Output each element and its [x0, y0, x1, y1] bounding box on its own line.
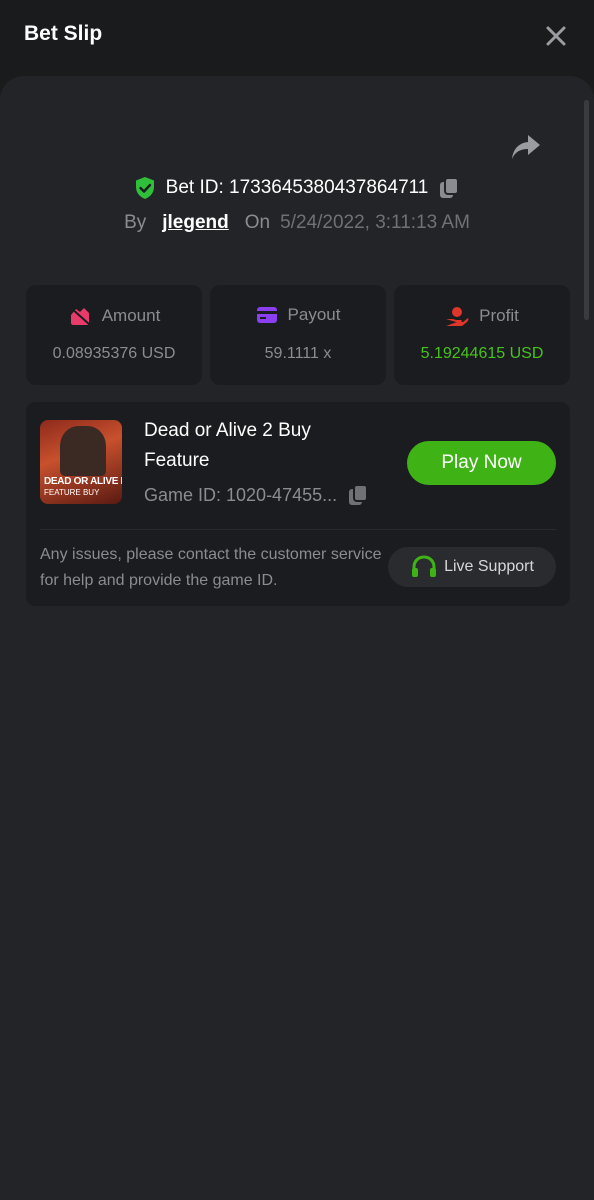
stat-profit: Profit 5.19244615 USD	[394, 285, 570, 385]
stat-payout-value: 59.1111 x	[264, 345, 332, 362]
bet-date: 5/24/2022, 3:11:13 AM	[280, 212, 470, 233]
game-thumbnail-title: DEAD OR ALIVE II	[44, 476, 122, 487]
bet-id: Bet ID: 1733645380437864711	[165, 177, 429, 198]
header: Bet Slip	[0, 0, 594, 76]
bet-stats: Amount 0.08935376 USD Payout 59.1111 x P…	[26, 285, 570, 385]
game-thumbnail-figure	[60, 426, 106, 476]
game-name: Dead or Alive 2 Buy Feature	[144, 420, 311, 471]
stat-amount-value: 0.08935376 USD	[52, 345, 176, 362]
by-label: By	[124, 212, 147, 233]
payout-icon	[256, 307, 277, 323]
play-now-button[interactable]: Play Now	[407, 441, 556, 485]
bet-id-row: Bet ID: 1733645380437864711	[0, 173, 594, 203]
username-link[interactable]: jlegend	[162, 212, 229, 234]
stat-amount-label: Amount	[101, 306, 161, 325]
game-thumbnail[interactable]: DEAD OR ALIVE II FEATURE BUY	[40, 420, 122, 504]
game-card: DEAD OR ALIVE II FEATURE BUY Dead or Ali…	[26, 402, 570, 606]
bet-meta-row: By jlegend On 5/24/2022, 3:11:13 AM	[0, 208, 594, 238]
live-support-label: Live Support	[444, 558, 534, 575]
stat-profit-label: Profit	[479, 306, 519, 325]
bet-slip-panel	[0, 76, 594, 1200]
shield-check-icon	[135, 177, 154, 199]
share-icon[interactable]	[510, 132, 542, 162]
support-note: Any issues, please contact the customer …	[40, 546, 382, 589]
headset-icon	[412, 555, 437, 577]
stat-amount: Amount 0.08935376 USD	[26, 285, 202, 385]
game-id: Game ID: 1020-47455...	[144, 484, 338, 505]
live-support-button[interactable]: Live Support	[388, 547, 556, 587]
amount-icon	[69, 306, 91, 326]
stat-profit-value: 5.19244615 USD	[420, 345, 544, 362]
stat-payout: Payout 59.1111 x	[210, 285, 386, 385]
close-icon[interactable]	[540, 20, 572, 52]
stat-payout-label: Payout	[287, 305, 341, 324]
on-label: On	[244, 212, 271, 233]
divider	[40, 529, 556, 530]
game-id-row: Game ID: 1020-47455...	[144, 483, 369, 507]
copy-game-id-icon[interactable]	[347, 483, 369, 507]
game-thumbnail-subtitle: FEATURE BUY	[44, 488, 100, 497]
page-title: Bet Slip	[24, 22, 103, 45]
copy-bet-id-icon[interactable]	[438, 176, 460, 200]
profit-icon	[446, 307, 469, 326]
